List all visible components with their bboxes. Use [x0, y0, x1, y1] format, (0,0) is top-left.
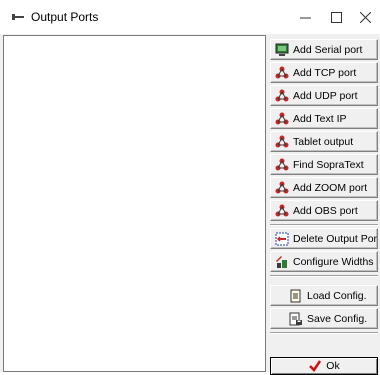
tablet-output-label: Tablet output: [293, 135, 354, 148]
add-udp-port-button[interactable]: Add UDP port: [270, 85, 378, 106]
network-icon: [275, 181, 289, 195]
add-serial-port-label: Add Serial port: [293, 43, 363, 56]
output-ports-list[interactable]: [3, 35, 266, 372]
app-icon: [12, 14, 24, 20]
network-icon: [275, 66, 289, 80]
separator: [270, 275, 378, 277]
add-text-ip-label: Add Text IP: [293, 112, 347, 125]
network-icon: [275, 112, 289, 126]
checkmark-icon: [308, 359, 322, 373]
load-config-label: Load Config.: [307, 289, 367, 302]
monitor-icon: [275, 43, 289, 57]
add-zoom-port-label: Add ZOOM port: [293, 181, 368, 194]
button-panel: Add Serial port Add TCP port Add UDP por…: [268, 35, 380, 375]
tablet-output-button[interactable]: Tablet output: [270, 131, 378, 152]
close-button[interactable]: [350, 6, 380, 28]
add-serial-port-button[interactable]: Add Serial port: [270, 39, 378, 60]
maximize-button[interactable]: [321, 6, 351, 28]
add-zoom-port-button[interactable]: Add ZOOM port: [270, 177, 378, 198]
save-config-label: Save Config.: [307, 312, 368, 325]
find-sopratext-button[interactable]: Find SopraText: [270, 154, 378, 175]
add-udp-port-label: Add UDP port: [293, 89, 358, 102]
network-icon: [275, 89, 289, 103]
add-obs-port-label: Add OBS port: [293, 204, 358, 217]
network-icon: [275, 135, 289, 149]
add-obs-port-button[interactable]: Add OBS port: [270, 200, 378, 221]
window-title: Output Ports: [31, 10, 99, 24]
close-icon: [359, 11, 371, 23]
ok-button[interactable]: Ok: [270, 357, 378, 375]
output-ports-window: Output Ports Add Serial port Add TCP por…: [0, 0, 380, 375]
add-tcp-port-label: Add TCP port: [293, 66, 357, 79]
delete-output-port-label: Delete Output Port: [293, 232, 378, 245]
minimize-button[interactable]: [290, 6, 320, 28]
network-icon: [275, 204, 289, 218]
maximize-icon: [330, 11, 342, 23]
delete-port-icon: [275, 232, 289, 246]
configure-widths-button[interactable]: Configure Widths: [270, 251, 378, 272]
load-config-button[interactable]: Load Config.: [270, 285, 378, 306]
add-text-ip-button[interactable]: Add Text IP: [270, 108, 378, 129]
title-bar: Output Ports: [0, 0, 380, 34]
ok-label: Ok: [326, 360, 340, 372]
find-sopratext-label: Find SopraText: [293, 158, 364, 171]
delete-output-port-button[interactable]: Delete Output Port: [270, 228, 378, 249]
configure-icon: [275, 255, 289, 269]
network-icon: [275, 158, 289, 172]
minimize-icon: [299, 17, 311, 18]
add-tcp-port-button[interactable]: Add TCP port: [270, 62, 378, 83]
load-doc-icon: [289, 289, 303, 303]
save-config-button[interactable]: Save Config.: [270, 308, 378, 329]
separator: [270, 224, 378, 226]
save-doc-icon: [289, 312, 303, 326]
configure-widths-label: Configure Widths: [293, 255, 374, 268]
separator: [270, 332, 378, 334]
